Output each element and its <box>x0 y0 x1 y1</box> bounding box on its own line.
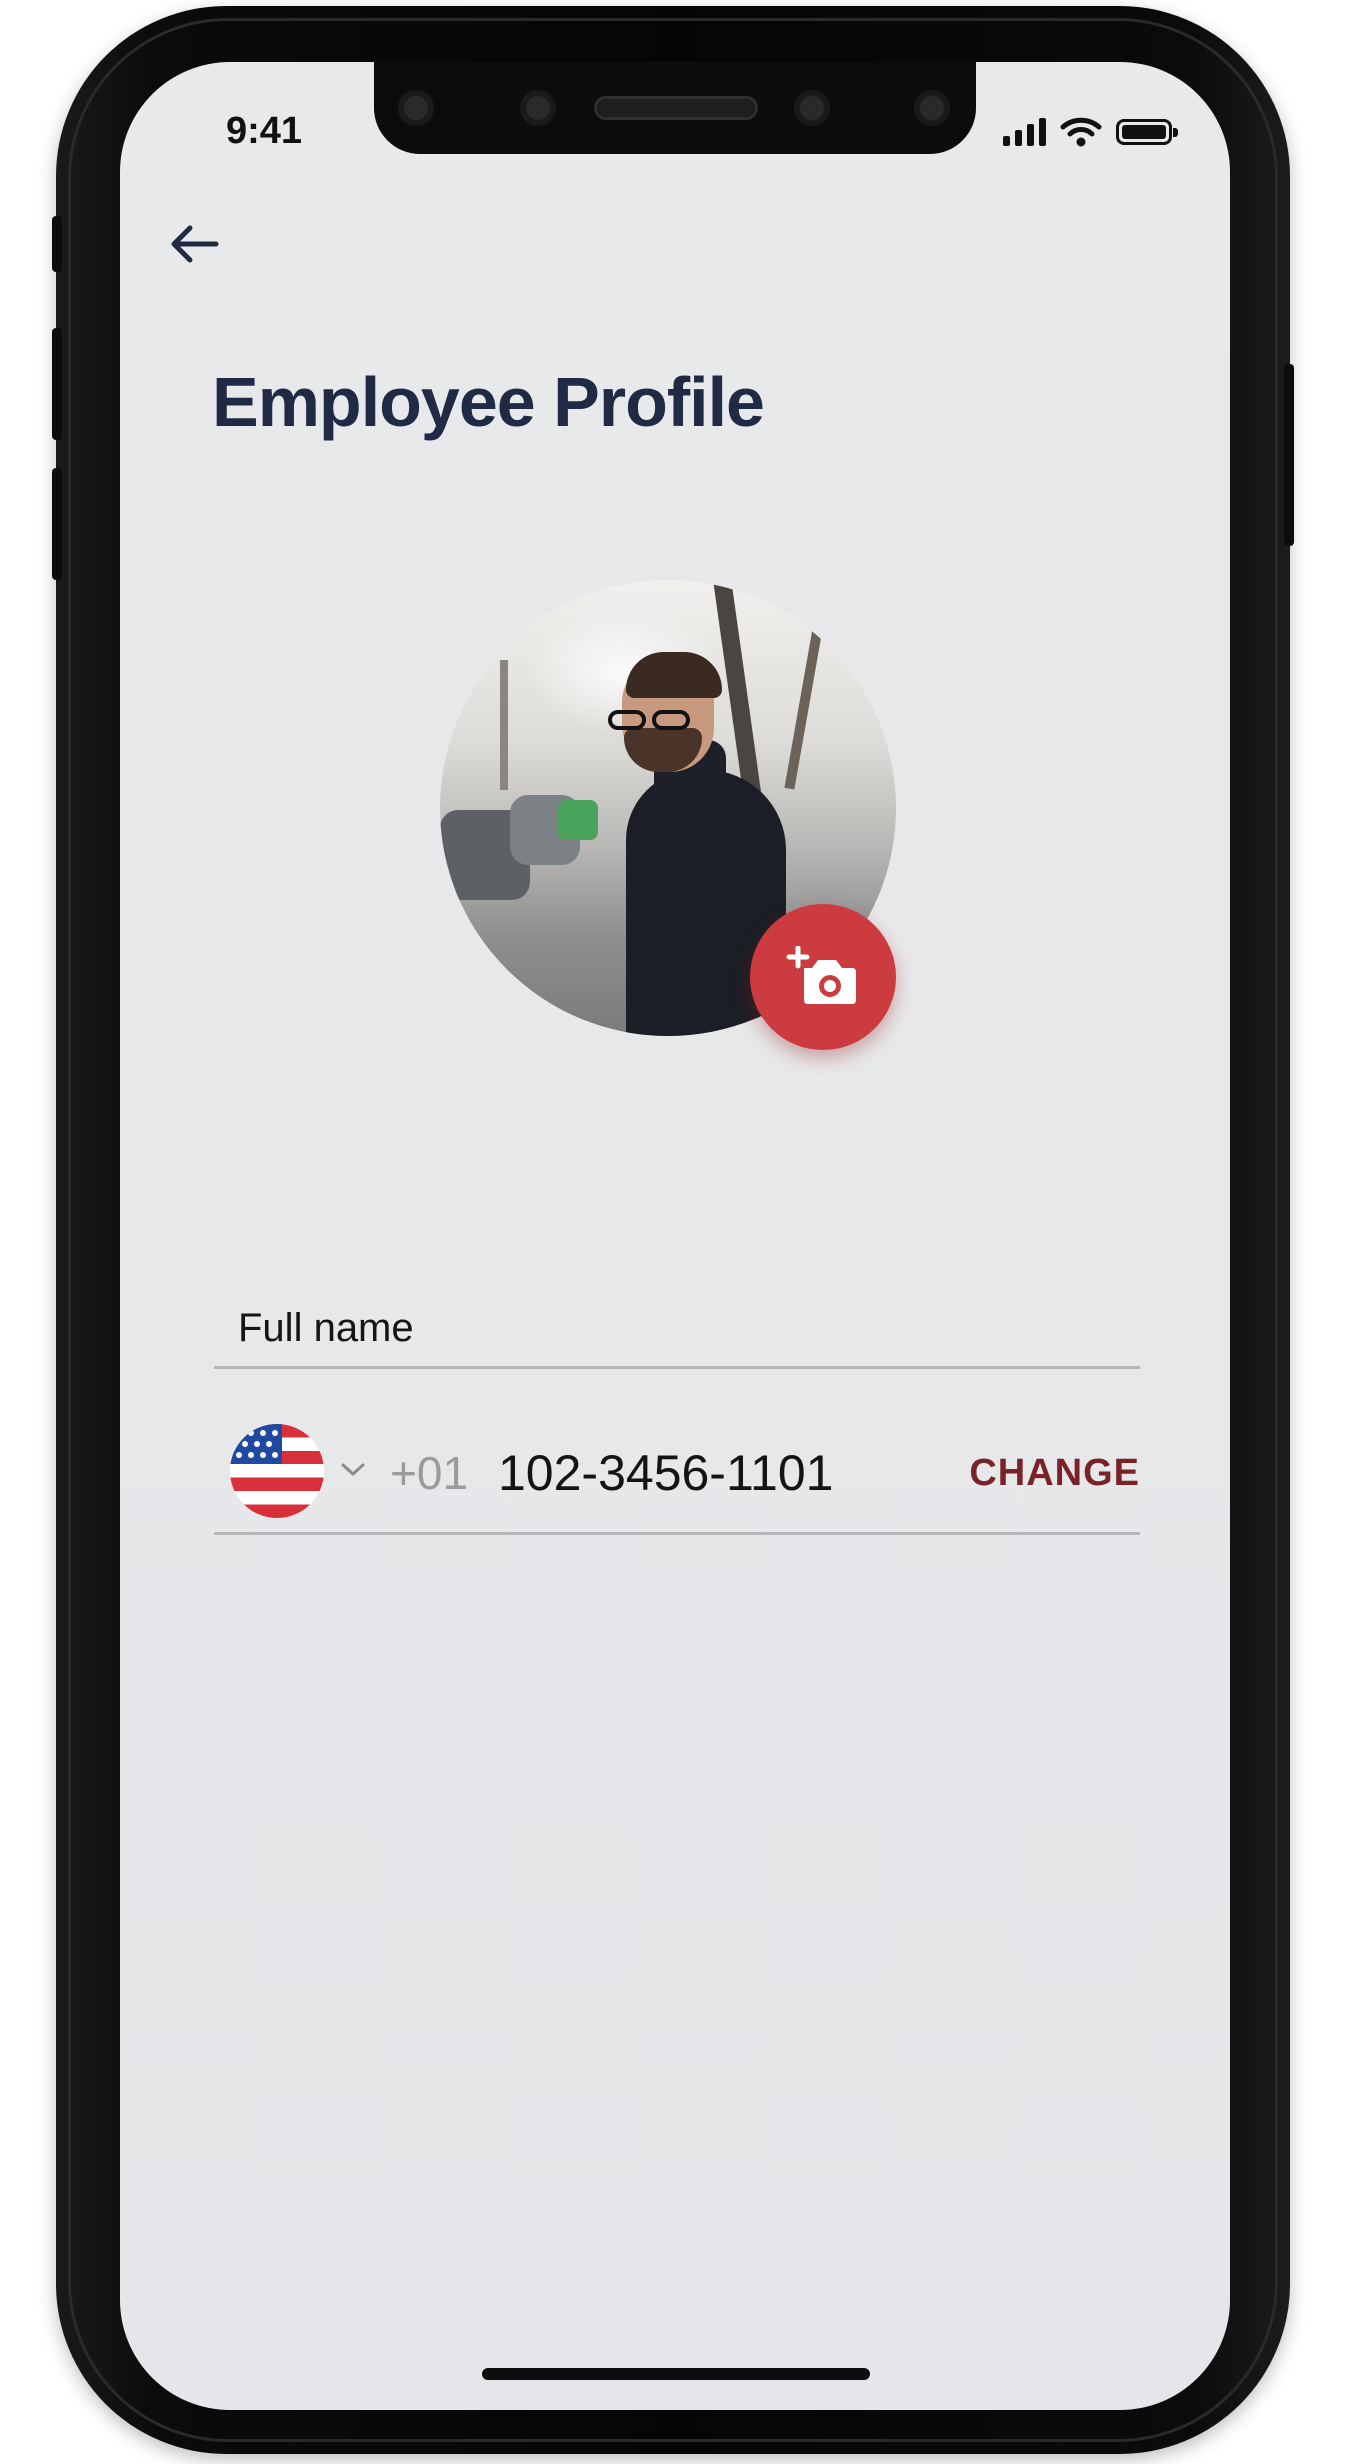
wifi-icon <box>1060 117 1102 147</box>
speaker-grille <box>594 96 758 120</box>
country-dropdown[interactable] <box>340 1462 366 1483</box>
battery-icon <box>1116 119 1178 145</box>
power-button <box>1284 364 1294 546</box>
phone-underline <box>214 1532 1140 1535</box>
sensor-dot <box>520 90 556 126</box>
signal-icon <box>1003 118 1046 146</box>
screen: 9:41 Employee Profile Full name +01 102-… <box>120 62 1230 2410</box>
mute-switch <box>52 216 62 272</box>
glasses <box>608 710 698 732</box>
add-photo-button[interactable] <box>750 904 896 1050</box>
stage: 9:41 Employee Profile Full name +01 102-… <box>0 0 1352 2464</box>
sensor-dot <box>398 90 434 126</box>
front-camera <box>914 90 950 126</box>
arrow-left-icon <box>171 225 219 263</box>
volume-down-button <box>52 468 62 580</box>
back-button[interactable] <box>164 214 224 274</box>
phone-number-value: 102-3456-1101 <box>498 1445 834 1501</box>
full-name-field[interactable]: Full name <box>238 1306 414 1351</box>
us-flag-icon[interactable] <box>230 1424 324 1518</box>
change-phone-button[interactable]: CHANGE <box>969 1452 1140 1495</box>
tree-trunk <box>500 660 508 790</box>
country-code: +01 <box>390 1447 469 1499</box>
volume-up-button <box>52 328 62 440</box>
home-indicator[interactable] <box>482 2368 870 2380</box>
full-name-underline <box>214 1366 1140 1369</box>
sensor-dot <box>794 90 830 126</box>
chevron-down-icon <box>341 1463 365 1476</box>
parked-car <box>558 800 598 840</box>
add-photo-camera-icon <box>786 946 856 1004</box>
status-icons <box>1003 116 1178 148</box>
page-title: Employee Profile <box>212 363 765 441</box>
status-time: 9:41 <box>226 110 303 152</box>
notch <box>374 62 976 154</box>
